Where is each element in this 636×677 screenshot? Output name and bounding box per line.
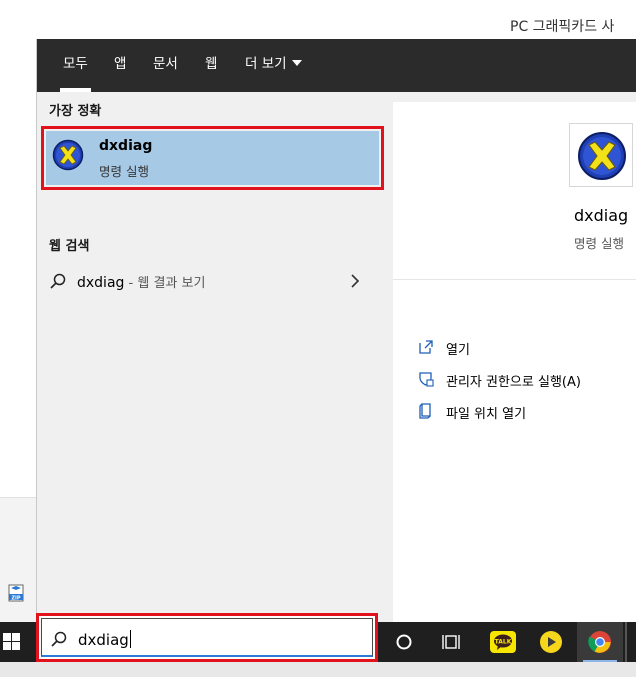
best-match-result[interactable]: dxdiag 명령 실행 <box>41 126 384 190</box>
taskbar-search-input[interactable]: dxdiag <box>41 618 373 657</box>
windows-icon <box>3 633 20 650</box>
open-icon <box>419 340 433 354</box>
kakaotalk-button[interactable]: TALK <box>480 622 526 662</box>
text-cursor <box>129 630 131 648</box>
background-page-title: PC 그래픽카드 사 <box>510 19 615 35</box>
task-view-button[interactable] <box>429 622 475 662</box>
search-scope-tabs: 모두 앱 문서 웹 더 보기 <box>37 39 636 92</box>
cortana-button[interactable] <box>381 622 427 662</box>
svg-text:ZIP: ZIP <box>11 596 20 602</box>
detail-app-type: 명령 실행 <box>574 236 624 251</box>
background-panel <box>0 497 36 622</box>
web-search-result[interactable]: dxdiag - 웹 결과 보기 <box>37 268 380 296</box>
taskbar-search-highlight: dxdiag <box>36 613 378 662</box>
chevron-right-icon[interactable] <box>350 274 360 288</box>
kakaotalk-icon: TALK <box>490 631 516 653</box>
zip-file-icon[interactable]: ZIP <box>8 584 24 602</box>
shield-icon <box>419 372 434 387</box>
best-match-type: 명령 실행 <box>99 164 149 179</box>
cortana-icon <box>396 634 412 650</box>
directx-icon <box>578 132 626 180</box>
start-search-menu: 모두 앱 문서 웹 더 보기 가장 정확 dxdiag 명령 실행 웹 검색 d… <box>36 39 636 622</box>
web-search-label: dxdiag - 웹 결과 보기 <box>77 275 206 291</box>
chrome-icon <box>588 631 611 653</box>
search-query-text: dxdiag <box>78 630 131 649</box>
tab-documents[interactable]: 문서 <box>153 39 178 92</box>
media-player-icon <box>540 631 562 653</box>
detail-pane: dxdiag 명령 실행 열기 관리자 권한으로 실행(A) 파일 위치 열기 <box>393 102 636 622</box>
tab-all[interactable]: 모두 <box>60 39 91 92</box>
search-icon <box>51 631 67 647</box>
web-search-heading: 웹 검색 <box>49 239 90 254</box>
results-pane: 가장 정확 dxdiag 명령 실행 웹 검색 dxdiag - 웹 결과 보기 <box>37 92 384 622</box>
tab-more[interactable]: 더 보기 <box>245 39 302 92</box>
file-location-icon <box>419 403 431 419</box>
task-view-icon <box>442 635 460 649</box>
detail-app-icon <box>569 123 633 187</box>
tab-apps[interactable]: 앱 <box>114 39 126 92</box>
taskbar-divider <box>625 622 627 662</box>
detail-app-name: dxdiag <box>574 206 629 225</box>
chrome-button[interactable] <box>577 622 623 662</box>
bottom-edge <box>0 662 636 677</box>
best-match-name: dxdiag <box>99 138 153 154</box>
search-icon <box>50 273 66 289</box>
svg-text:TALK: TALK <box>495 639 512 646</box>
best-match-heading: 가장 정확 <box>49 104 102 119</box>
chevron-down-icon <box>291 60 302 66</box>
divider <box>393 279 636 280</box>
directx-icon <box>52 139 84 171</box>
start-button[interactable] <box>0 622 36 662</box>
media-player-button[interactable] <box>528 622 574 662</box>
tab-web[interactable]: 웹 <box>205 39 217 92</box>
